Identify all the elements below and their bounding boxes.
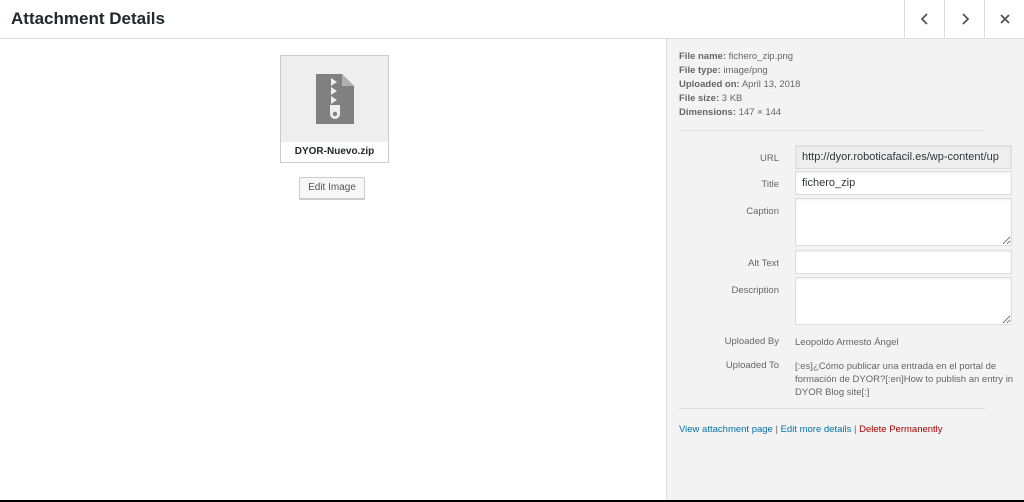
delete-permanently-link[interactable]: Delete Permanently — [859, 424, 942, 435]
uploaded-on-row: Uploaded on: April 13, 2018 — [679, 79, 801, 90]
caption-field[interactable] — [795, 198, 1012, 246]
divider — [679, 408, 985, 409]
uploaded-by-value: Leopoldo Armesto Ángel — [795, 337, 899, 348]
thumbnail-image-area — [281, 56, 388, 142]
file-details: File name: fichero_zip.png File type: im… — [679, 50, 800, 120]
file-size-row: File size: 3 KB — [679, 93, 743, 104]
chevron-left-icon — [920, 13, 928, 25]
alt-text-label: Alt Text — [748, 258, 779, 269]
alt-text-field[interactable] — [795, 250, 1012, 274]
close-button[interactable] — [984, 0, 1024, 38]
edit-more-details-link[interactable]: Edit more details — [781, 424, 852, 435]
edit-image-button[interactable]: Edit Image — [299, 177, 365, 199]
attachment-media-view: DYOR-Nuevo.zip Edit Image — [0, 39, 666, 500]
thumbnail-filename: DYOR-Nuevo.zip — [294, 146, 375, 157]
url-field[interactable] — [795, 145, 1012, 169]
file-type-value: image/png — [723, 65, 768, 76]
zip-file-icon — [316, 74, 354, 124]
separator: | — [775, 424, 778, 435]
attachment-actions: View attachment page | Edit more details… — [679, 424, 943, 435]
uploaded-by-label: Uploaded By — [724, 336, 779, 347]
file-name-row: File name: fichero_zip.png — [679, 51, 794, 62]
view-attachment-page-link[interactable]: View attachment page — [679, 424, 773, 435]
url-label: URL — [759, 153, 779, 164]
dimensions-value: 147 × 144 — [738, 107, 782, 118]
file-type-row: File type: image/png — [679, 65, 768, 76]
modal-title: Attachment Details — [11, 9, 165, 28]
dimensions-row: Dimensions: 147 × 144 — [679, 107, 782, 118]
attachment-info-sidebar: File name: fichero_zip.png File type: im… — [666, 39, 1024, 500]
chevron-right-icon — [961, 13, 969, 25]
uploaded-to-label: Uploaded To — [725, 360, 779, 371]
title-field[interactable] — [795, 171, 1012, 195]
divider — [679, 130, 985, 131]
description-label: Description — [731, 285, 779, 296]
caption-label: Caption — [746, 206, 779, 217]
uploaded-on-value: April 13, 2018 — [741, 79, 801, 90]
separator: | — [854, 424, 857, 435]
file-name-value: fichero_zip.png — [728, 51, 794, 62]
uploaded-to-value: [:es]¿Cómo publicar una entrada en el po… — [795, 361, 1014, 398]
next-button[interactable] — [944, 0, 984, 38]
modal-header: Attachment Details — [0, 0, 1024, 39]
close-icon — [999, 14, 1010, 24]
file-size-value: 3 KB — [721, 93, 743, 104]
description-field[interactable] — [795, 277, 1012, 325]
attachment-thumbnail[interactable]: DYOR-Nuevo.zip — [280, 55, 389, 163]
previous-button[interactable] — [904, 0, 944, 38]
title-label: Title — [761, 179, 779, 190]
